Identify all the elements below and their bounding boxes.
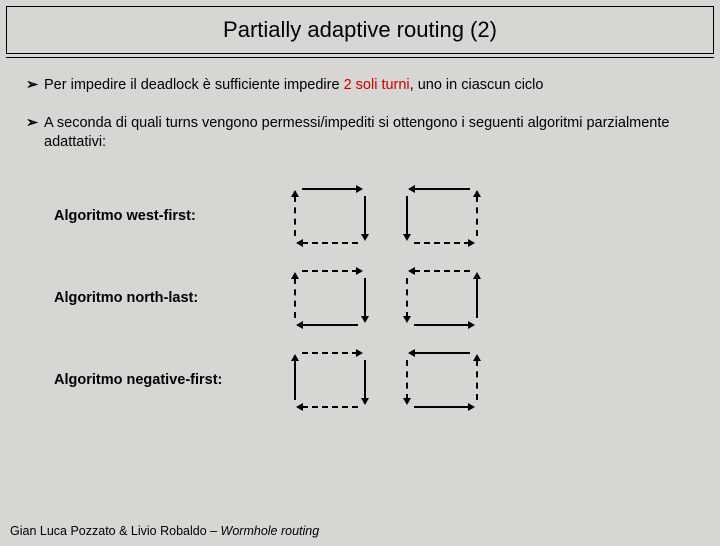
turn-diagram-cw <box>294 188 366 244</box>
bullet-2: ➢ A seconda di quali turns vengono perme… <box>26 114 698 153</box>
diagram-pair <box>294 188 478 244</box>
diagram-pair <box>294 352 478 408</box>
bullet-1-text: Per impedire il deadlock è sufficiente i… <box>44 76 543 96</box>
bullet-1-highlight: 2 soli turni <box>344 77 410 93</box>
footer: Gian Luca Pozzato & Livio Robaldo – Worm… <box>10 524 319 538</box>
slide-title: Partially adaptive routing (2) <box>223 17 497 43</box>
algo-label-north-last: Algoritmo north-last: <box>54 290 254 306</box>
turn-diagram-ccw <box>406 352 478 408</box>
bullet-icon: ➢ <box>26 114 44 153</box>
diagram-pair <box>294 270 478 326</box>
bullet-1-post: , uno in ciascun ciclo <box>410 77 544 93</box>
turn-diagram-cw <box>294 352 366 408</box>
algo-row-north-last: Algoritmo north-last: <box>54 257 698 339</box>
bullet-1: ➢ Per impedire il deadlock è sufficiente… <box>26 76 698 96</box>
turn-diagram-ccw <box>406 270 478 326</box>
algorithms-list: Algoritmo west-first: <box>54 175 698 421</box>
turn-diagram-ccw <box>406 188 478 244</box>
bullet-2-text: A seconda di quali turns vengono permess… <box>44 114 698 153</box>
algo-label-west-first: Algoritmo west-first: <box>54 208 254 224</box>
footer-work: Wormhole routing <box>221 524 320 538</box>
bullet-icon: ➢ <box>26 76 44 96</box>
footer-authors: Gian Luca Pozzato & Livio Robaldo – <box>10 524 221 538</box>
algo-row-negative-first: Algoritmo negative-first: <box>54 339 698 421</box>
title-box: Partially adaptive routing (2) <box>6 6 714 54</box>
turn-diagram-cw <box>294 270 366 326</box>
content-area: ➢ Per impedire il deadlock è sufficiente… <box>0 58 720 421</box>
algo-row-west-first: Algoritmo west-first: <box>54 175 698 257</box>
algo-label-negative-first: Algoritmo negative-first: <box>54 372 254 388</box>
bullet-1-pre: Per impedire il deadlock è sufficiente i… <box>44 77 344 93</box>
